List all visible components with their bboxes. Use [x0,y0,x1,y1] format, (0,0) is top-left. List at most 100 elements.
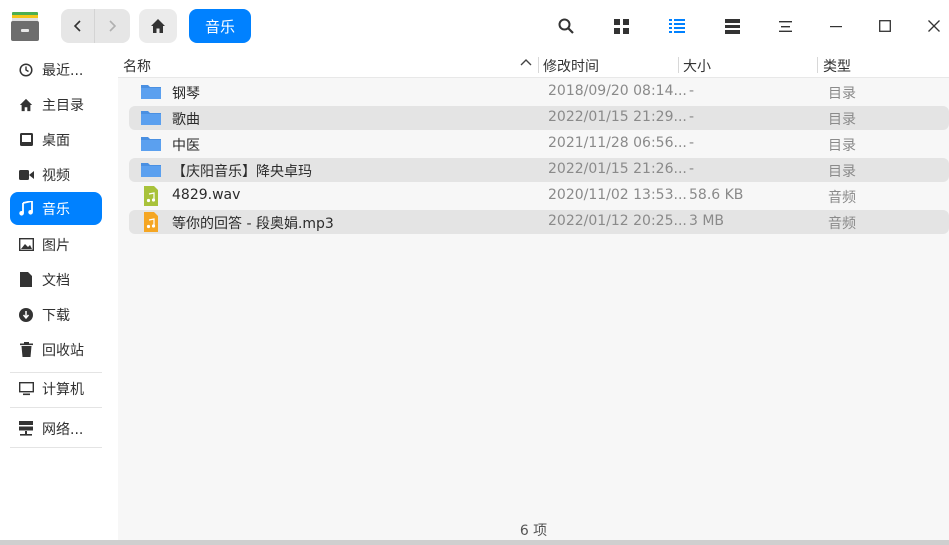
trash-icon [18,342,34,358]
table-row[interactable]: 等你的回答 - 段奥娟.mp3 2022/01/12 20:25... 3 MB… [129,210,949,234]
file-modified: 2018/09/20 08:14... [548,83,687,99]
folder-icon [141,163,161,177]
sidebar-item-documents[interactable]: 文档 [10,263,102,296]
back-button[interactable] [61,9,95,43]
image-icon [18,237,34,253]
sidebar-item-downloads[interactable]: 下载 [10,298,102,331]
column-header-name[interactable]: 名称 [123,56,151,76]
file-modified: 2020/11/02 13:53... [548,187,687,203]
document-icon [18,272,34,288]
sidebar-item-label: 图片 [42,237,70,254]
chevron-left-icon [73,20,81,32]
home-button[interactable] [139,9,177,43]
file-size: 3 MB [689,213,725,229]
file-name: 4829.wav [172,187,241,203]
detail-view-button[interactable] [719,13,745,39]
file-size: 58.6 KB [689,187,744,203]
column-divider[interactable] [538,57,539,73]
network-icon [18,421,34,437]
file-size: - [689,109,695,125]
sidebar: 最近... 主目录 桌面 视频 音乐 图片 文档 下载 回收站 计算机 网络..… [0,52,118,545]
table-row[interactable]: 中医 2021/11/28 06:56... - 目录 [129,132,949,156]
audio-mp3-icon [144,212,158,232]
file-manager-app-icon [11,11,39,41]
menu-button[interactable] [772,13,798,39]
maximize-button[interactable] [872,13,898,39]
file-modified: 2021/11/28 06:56... [548,135,687,151]
sidebar-item-label: 计算机 [42,381,84,398]
sidebar-item-computer[interactable]: 计算机 [10,372,102,405]
column-header-modified[interactable]: 修改时间 [543,56,599,76]
sidebar-divider [10,447,102,448]
file-type: 音频 [828,216,856,232]
sidebar-item-label: 视频 [42,167,70,184]
file-type: 目录 [828,112,856,128]
close-icon [928,20,940,32]
sidebar-item-label: 下载 [42,307,70,324]
list-view-button[interactable] [664,13,690,39]
hamburger-menu-icon [778,20,792,32]
detail-view-icon [724,18,740,34]
table-row[interactable]: 歌曲 2022/01/15 21:29... - 目录 [129,106,949,130]
window-bottom-border [0,540,949,545]
minimize-icon [830,26,842,28]
file-modified: 2022/01/15 21:29... [548,109,687,125]
icon-view-button[interactable] [608,13,634,39]
desktop-icon [18,132,34,148]
audio-wav-icon [144,186,158,206]
column-divider[interactable] [678,57,679,73]
sidebar-item-network[interactable]: 网络... [10,412,102,445]
table-row[interactable]: 钢琴 2018/09/20 08:14... - 目录 [129,80,949,104]
column-header-type[interactable]: 类型 [823,56,851,76]
sidebar-item-label: 最近... [42,62,84,79]
grid-view-icon [613,18,629,34]
column-header-size[interactable]: 大小 [683,56,711,76]
file-type: 目录 [828,138,856,154]
file-name: 歌曲 [172,112,200,128]
sidebar-item-label: 回收站 [42,342,84,359]
title-bar: 音乐 [0,0,949,52]
sidebar-item-label: 网络... [42,421,84,438]
sidebar-item-recent[interactable]: 最近... [10,53,102,86]
sidebar-item-trash[interactable]: 回收站 [10,333,102,366]
file-manager-window: 音乐 最近... 主目录 桌面 视频 音乐 图片 文档 下载 回收站 计算机 网… [0,0,949,545]
breadcrumb-current[interactable]: 音乐 [189,9,251,43]
folder-icon [141,85,161,99]
sidebar-item-label: 桌面 [42,132,70,149]
file-name: 等你的回答 - 段奥娟.mp3 [172,216,334,232]
forward-button[interactable] [95,9,129,43]
home-icon [18,97,34,113]
sidebar-item-pictures[interactable]: 图片 [10,228,102,261]
maximize-icon [879,20,891,32]
sort-ascending-icon[interactable] [520,58,532,66]
sidebar-item-video[interactable]: 视频 [10,158,102,191]
close-button[interactable] [921,13,947,39]
sidebar-item-label: 文档 [42,272,70,289]
file-modified: 2022/01/12 20:25... [548,213,687,229]
chevron-right-icon [109,20,117,32]
column-divider[interactable] [817,57,818,73]
sidebar-item-label: 主目录 [42,97,84,114]
search-button[interactable] [553,13,579,39]
file-size: - [689,135,695,151]
minimize-button[interactable] [823,13,849,39]
navigation-buttons [61,9,130,43]
table-row[interactable]: 【庆阳音乐】降央卓玛 2022/01/15 21:26... - 目录 [129,158,949,182]
sidebar-item-desktop[interactable]: 桌面 [10,123,102,156]
video-icon [18,167,34,183]
file-type: 音频 [828,190,856,206]
list-view-icon [669,19,685,33]
computer-icon [18,381,34,397]
file-type: 目录 [828,86,856,102]
folder-icon [141,137,161,151]
sidebar-item-home[interactable]: 主目录 [10,88,102,121]
music-icon [18,201,34,217]
file-size: - [689,83,695,99]
status-bar: 6 项 [519,523,548,539]
file-size: - [689,161,695,177]
file-modified: 2022/01/15 21:26... [548,161,687,177]
sidebar-item-music[interactable]: 音乐 [10,192,102,225]
file-name: 【庆阳音乐】降央卓玛 [172,164,312,180]
sidebar-item-label: 音乐 [42,201,70,218]
table-row[interactable]: 4829.wav 2020/11/02 13:53... 58.6 KB 音频 [129,184,949,208]
